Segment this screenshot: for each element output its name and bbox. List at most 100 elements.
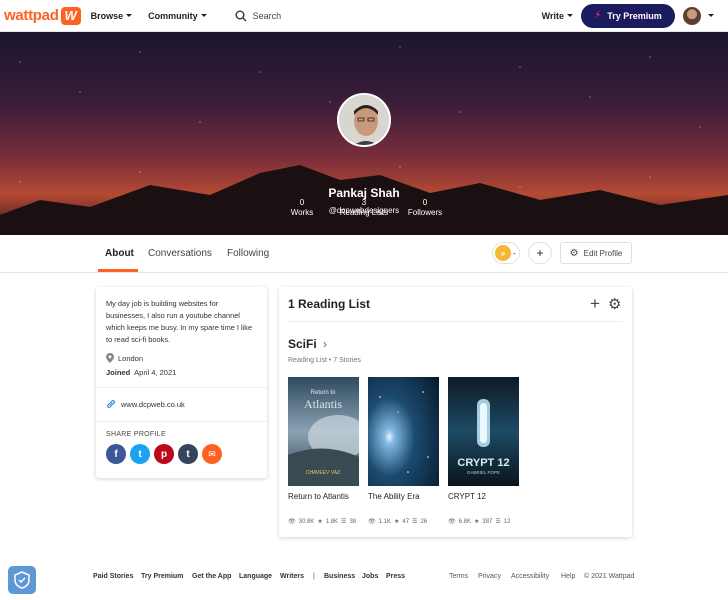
cover-text: Atlantis	[304, 397, 342, 411]
chevron-down-icon	[126, 14, 133, 17]
location: London	[106, 353, 143, 363]
try-premium-button[interactable]: ⚡ Try Premium	[581, 3, 675, 28]
footer-link-help[interactable]: Help	[561, 573, 575, 580]
premium-label: Try Premium	[607, 10, 662, 21]
coin-icon: »	[495, 245, 511, 261]
footer-link-terms[interactable]: Terms	[449, 573, 468, 580]
search-icon	[235, 10, 247, 21]
tumblr-icon[interactable]: t	[178, 444, 198, 464]
website-link[interactable]: www.dcpweb.co.uk	[106, 399, 185, 409]
eye-icon: 👁	[448, 519, 456, 525]
list-icon: ☰	[341, 519, 347, 525]
add-list-icon[interactable]: +	[590, 294, 600, 314]
eye-icon: 👁	[368, 519, 376, 525]
reads-count: 1.1K	[378, 518, 391, 525]
facebook-icon[interactable]: f	[106, 444, 126, 464]
twitter-icon[interactable]: t	[130, 444, 150, 464]
bio-text: My day job is building websites for busi…	[106, 299, 253, 344]
footer-link-jobs[interactable]: Jobs	[362, 573, 378, 580]
profile-avatar	[337, 93, 391, 147]
chevron-down-icon	[567, 14, 573, 17]
gear-icon: ⚙	[569, 247, 579, 259]
edit-profile-label: Edit Profile	[583, 248, 623, 258]
pinterest-icon[interactable]: p	[154, 444, 174, 464]
footer-link-language[interactable]: Language	[239, 573, 272, 580]
footer-link-try-premium[interactable]: Try Premium	[141, 573, 183, 580]
wattpad-logo[interactable]: wattpad W	[4, 6, 81, 25]
email-icon[interactable]: ✉	[202, 444, 222, 464]
book-cover-the-ability-era[interactable]	[368, 377, 439, 486]
votes-count: 47	[402, 518, 410, 525]
stat-label: Works	[290, 208, 314, 217]
joined-value: April 4, 2021	[134, 368, 177, 377]
reads-count: 6.8K	[458, 518, 471, 525]
coins-button[interactable]: » -	[492, 242, 520, 264]
stat-value: 0	[299, 198, 305, 207]
parts-count: 26	[420, 518, 428, 525]
user-avatar[interactable]	[683, 6, 701, 25]
stat-works[interactable]: 0 Works	[267, 198, 337, 218]
chevron-down-icon	[200, 14, 207, 17]
website-text: www.dcpweb.co.uk	[121, 399, 185, 409]
chevron-right-icon: ›	[323, 337, 328, 351]
logo-text: wattpad	[4, 7, 59, 24]
stat-reading-lists[interactable]: 3 Reading Lists	[329, 198, 399, 218]
list-title-link[interactable]: SciFi ›	[288, 337, 327, 351]
community-menu[interactable]: Community	[148, 11, 207, 21]
list-title: SciFi	[288, 337, 317, 351]
footer-link-writers[interactable]: Writers	[280, 573, 304, 580]
logo-w-icon: W	[60, 6, 81, 25]
browse-menu[interactable]: Browse	[91, 11, 133, 21]
votes-count: 387	[482, 518, 493, 525]
footer-link-press[interactable]: Press	[386, 573, 405, 580]
privacy-shield-icon[interactable]	[8, 566, 36, 594]
location-text: London	[118, 353, 144, 363]
reading-list-count: 1 Reading List	[288, 297, 371, 311]
cover-text: CRYPT 12	[457, 457, 509, 469]
reading-list-card: 1 Reading List + ⚙ SciFi › Reading List …	[279, 287, 632, 537]
tab-about[interactable]: About	[105, 248, 134, 259]
coins-dropdown: -	[513, 248, 516, 258]
book-title[interactable]: The Ability Era	[368, 492, 420, 501]
lightning-icon: ⚡	[594, 10, 602, 21]
footer-link-accessibility[interactable]: Accessibility	[511, 573, 549, 580]
joined-label: Joined	[106, 368, 131, 377]
write-label: Write	[541, 10, 564, 21]
list-meta: Reading List • 7 Stories	[288, 357, 361, 364]
book-cover-return-to-atlantis[interactable]: Return to Atlantis CHAVEEV VAZ	[288, 377, 359, 486]
edit-profile-button[interactable]: ⚙ Edit Profile	[560, 242, 632, 264]
about-card: My day job is building websites for busi…	[96, 287, 267, 478]
share-profile-label: SHARE PROFILE	[106, 431, 166, 438]
divider	[96, 387, 267, 388]
parts-count: 38	[349, 518, 357, 525]
footer-link-get-the-app[interactable]: Get the App	[192, 573, 231, 580]
search-placeholder: Search	[252, 10, 282, 21]
stat-label: Reading Lists	[339, 208, 389, 217]
location-pin-icon	[106, 353, 114, 363]
eye-icon: 👁	[288, 519, 296, 525]
chevron-down-icon[interactable]	[708, 14, 714, 17]
write-menu[interactable]: Write	[542, 11, 573, 21]
cover-text: CHAVEEV VAZ	[306, 470, 340, 476]
cover-text: Return to	[311, 390, 336, 396]
add-button[interactable]: +	[528, 242, 552, 264]
footer-link-paid-stories[interactable]: Paid Stories	[93, 573, 133, 580]
footer-link-privacy[interactable]: Privacy	[478, 573, 501, 580]
star-icon: ★	[317, 519, 323, 525]
tab-conversations[interactable]: Conversations	[148, 248, 212, 259]
gear-icon[interactable]: ⚙	[608, 295, 621, 313]
stat-label: Followers	[407, 208, 443, 217]
tab-following[interactable]: Following	[227, 248, 269, 259]
divider	[96, 421, 267, 422]
stat-followers[interactable]: 0 Followers	[390, 198, 460, 218]
book-stats: 👁 30.8K ★ 1.8K ☰ 38	[288, 518, 359, 526]
browse-label: Browse	[90, 10, 124, 21]
search-input[interactable]: Search	[235, 10, 282, 22]
book-title[interactable]: Return to Atlantis	[288, 492, 349, 501]
footer-link-business[interactable]: Business	[324, 573, 355, 580]
star-icon: ★	[393, 519, 400, 525]
book-cover-crypt-12[interactable]: CRYPT 12 GABRIEL POPE	[448, 377, 519, 486]
votes-count: 1.8K	[325, 518, 339, 525]
book-title[interactable]: CRYPT 12	[448, 492, 486, 501]
cover-text: GABRIEL POPE	[467, 470, 500, 475]
